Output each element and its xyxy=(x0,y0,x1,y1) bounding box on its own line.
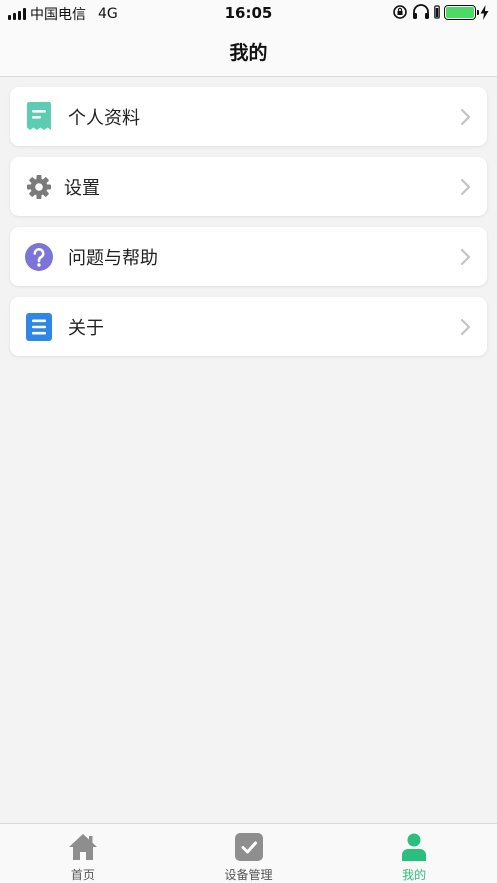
headphone-battery-icon xyxy=(434,5,440,19)
menu-item-settings[interactable]: 设置 xyxy=(10,157,487,216)
menu-item-about[interactable]: 关于 xyxy=(10,297,487,356)
menu-item-label: 问题与帮助 xyxy=(68,247,158,269)
app-root: 中国电信 4G 16:05 我的 个人资料 设置 问题与帮助 关于 首页 设备管… xyxy=(0,0,497,883)
page-title: 我的 xyxy=(229,42,268,64)
charging-icon xyxy=(480,4,489,20)
profile-menu: 个人资料 设置 问题与帮助 关于 xyxy=(10,87,487,367)
chevron-right-icon xyxy=(460,108,471,125)
question-icon xyxy=(24,242,54,272)
chevron-right-icon xyxy=(460,178,471,195)
tab-devices[interactable]: 设备管理 xyxy=(166,824,332,883)
navigation-bar: 我的 xyxy=(0,27,497,77)
menu-item-help[interactable]: 问题与帮助 xyxy=(10,227,487,286)
tab-label: 首页 xyxy=(70,868,95,882)
headphones-icon xyxy=(413,4,429,19)
menu-item-label: 个人资料 xyxy=(68,107,140,129)
list-doc-icon xyxy=(24,312,54,342)
gear-icon xyxy=(24,172,54,202)
tab-bar: 首页 设备管理 我的 xyxy=(0,823,497,883)
chevron-right-icon xyxy=(460,248,471,265)
tab-label: 设备管理 xyxy=(224,868,273,882)
tab-home[interactable]: 首页 xyxy=(0,824,166,883)
status-bar: 中国电信 4G 16:05 xyxy=(0,0,497,27)
menu-item-profile[interactable]: 个人资料 xyxy=(10,87,487,146)
user-icon xyxy=(399,832,429,862)
menu-item-label: 设置 xyxy=(64,177,100,199)
profile-doc-icon xyxy=(24,101,54,132)
orientation-lock-icon xyxy=(393,5,407,19)
tab-mine[interactable]: 我的 xyxy=(331,824,497,883)
tab-label: 我的 xyxy=(402,868,427,882)
home-icon xyxy=(68,832,98,862)
battery-icon xyxy=(444,4,479,20)
chevron-right-icon xyxy=(460,318,471,335)
status-right xyxy=(392,4,489,20)
menu-item-label: 关于 xyxy=(68,317,104,339)
check-square-icon xyxy=(234,832,264,862)
battery-fill xyxy=(446,6,474,18)
